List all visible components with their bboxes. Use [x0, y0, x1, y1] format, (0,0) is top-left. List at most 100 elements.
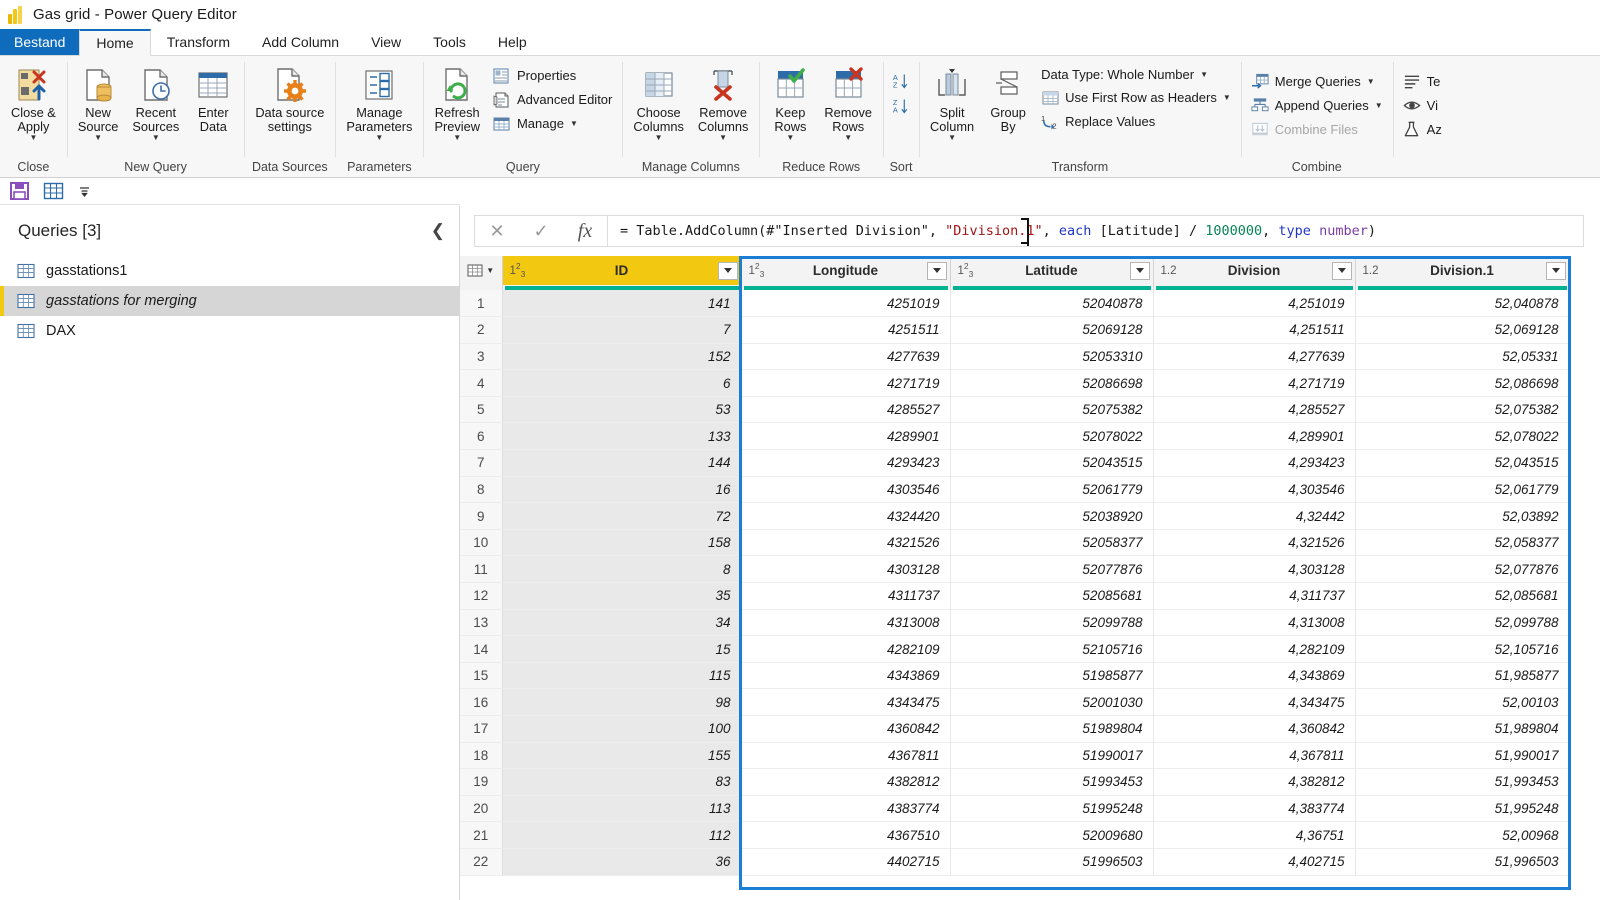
formula-input[interactable]: = Table.AddColumn(#"Inserted Division", … [608, 215, 1584, 247]
tab-bestand[interactable]: Bestand [0, 29, 80, 55]
row-number[interactable]: 16 [460, 688, 503, 716]
table-row[interactable]: 13 34 4313008 52099788 4,313008 52,099788 [460, 609, 1570, 637]
cell-latitude[interactable]: 52078022 [950, 422, 1154, 451]
cell-division1[interactable]: 52,00103 [1355, 688, 1570, 716]
cell-latitude[interactable]: 52086698 [950, 369, 1154, 397]
new-source-button[interactable]: New Source ▼ [72, 61, 125, 142]
cell-id[interactable]: 15 [502, 635, 742, 663]
cell-longitude[interactable]: 4321526 [741, 529, 951, 557]
cell-division1[interactable]: 52,086698 [1355, 369, 1570, 397]
cell-latitude[interactable]: 51989804 [950, 715, 1154, 743]
cell-division[interactable]: 4,367811 [1153, 742, 1356, 770]
filter-dropdown-icon[interactable] [926, 261, 947, 280]
table-row[interactable]: 21 112 4367510 52009680 4,36751 52,00968 [460, 821, 1570, 849]
filter-dropdown-icon[interactable] [1331, 261, 1352, 280]
table-row[interactable]: 15 115 4343869 51985877 4,343869 51,985877 [460, 662, 1570, 690]
cell-longitude[interactable]: 4311737 [741, 582, 951, 610]
cell-id[interactable]: 112 [502, 821, 742, 849]
data-source-settings-button[interactable]: Data source settings [249, 61, 330, 134]
row-number[interactable]: 10 [460, 529, 503, 557]
cell-division1[interactable]: 51,985877 [1355, 662, 1570, 690]
cancel-icon[interactable]: ✕ [475, 216, 519, 246]
vision-button[interactable]: Vi [1398, 95, 1447, 116]
refresh-preview-button[interactable]: Refresh Preview ▼ [428, 61, 486, 142]
row-number[interactable]: 20 [460, 795, 503, 823]
table-row[interactable]: 5 53 4285527 52075382 4,285527 52,075382 [460, 396, 1570, 424]
merge-queries-button[interactable]: Merge Queries ▼ [1246, 71, 1388, 92]
cell-division1[interactable]: 52,040878 [1355, 290, 1570, 318]
enter-data-button[interactable]: Enter Data [187, 61, 239, 134]
azure-ml-button[interactable]: Az [1398, 119, 1447, 140]
group-by-button[interactable]: Group By [982, 61, 1034, 134]
cell-id[interactable]: 72 [502, 502, 742, 530]
cell-latitude[interactable]: 52075382 [950, 396, 1154, 424]
cell-id[interactable]: 144 [502, 449, 742, 477]
cell-division[interactable]: 4,251019 [1153, 290, 1356, 318]
column-header-division[interactable]: 1.2 Division [1153, 256, 1356, 285]
table-row[interactable]: 7 144 4293423 52043515 4,293423 52,043515 [460, 449, 1570, 477]
chevron-down-icon[interactable]: ▼ [786, 134, 794, 142]
filter-dropdown-icon[interactable] [717, 261, 738, 280]
cell-id[interactable]: 6 [502, 369, 742, 397]
row-number[interactable]: 12 [460, 582, 503, 610]
row-number[interactable]: 11 [460, 555, 503, 584]
cell-division[interactable]: 4,271719 [1153, 369, 1356, 397]
cell-longitude[interactable]: 4324420 [741, 502, 951, 530]
row-number[interactable]: 17 [460, 715, 503, 743]
cell-division[interactable]: 4,289901 [1153, 422, 1356, 451]
cell-latitude[interactable]: 52001030 [950, 688, 1154, 716]
cell-latitude[interactable]: 52053310 [950, 343, 1154, 371]
remove-rows-button[interactable]: Remove Rows ▼ [818, 61, 878, 142]
cell-latitude[interactable]: 52058377 [950, 529, 1154, 557]
tab-home[interactable]: Home [79, 29, 151, 56]
cell-id[interactable]: 152 [502, 343, 742, 371]
cell-longitude[interactable]: 4289901 [741, 422, 951, 451]
chevron-down-icon[interactable]: ▼ [1200, 70, 1208, 79]
sort-descending-button[interactable]: Z A [888, 96, 914, 115]
cell-latitude[interactable]: 52043515 [950, 449, 1154, 477]
chevron-down-icon[interactable]: ▼ [570, 119, 578, 128]
cell-id[interactable]: 141 [502, 290, 742, 318]
recent-sources-button[interactable]: Recent Sources ▼ [126, 61, 185, 142]
chevron-down-icon[interactable]: ▼ [375, 134, 383, 142]
table-row[interactable]: 3 152 4277639 52053310 4,277639 52,05331 [460, 343, 1570, 371]
close-and-apply-button[interactable]: Close & Apply ▼ [5, 61, 62, 142]
replace-values-button[interactable]: 1 2 Replace Values [1036, 111, 1236, 132]
chevron-down-icon[interactable]: ▼ [94, 134, 102, 142]
cell-division1[interactable]: 52,03892 [1355, 502, 1570, 530]
tab-view[interactable]: View [355, 29, 417, 55]
cell-division1[interactable]: 52,075382 [1355, 396, 1570, 424]
cell-latitude[interactable]: 52105716 [950, 635, 1154, 663]
cell-division1[interactable]: 52,077876 [1355, 555, 1570, 584]
column-header-longitude[interactable]: 123 Longitude [741, 256, 951, 285]
select-all-cell[interactable]: ▼ [460, 256, 503, 285]
cell-id[interactable]: 155 [502, 742, 742, 770]
cell-division1[interactable]: 52,058377 [1355, 529, 1570, 557]
table-row[interactable]: 9 72 4324420 52038920 4,32442 52,03892 [460, 502, 1570, 530]
cell-latitude[interactable]: 51996503 [950, 848, 1154, 876]
cell-division[interactable]: 4,311737 [1153, 582, 1356, 610]
tab-transform[interactable]: Transform [151, 29, 246, 55]
chevron-down-icon[interactable]: ▼ [719, 134, 727, 142]
chevron-down-icon[interactable]: ▼ [486, 266, 494, 275]
cell-division1[interactable]: 52,05331 [1355, 343, 1570, 371]
row-number[interactable]: 8 [460, 476, 503, 504]
chevron-down-icon[interactable]: ▼ [948, 134, 956, 142]
cell-longitude[interactable]: 4303128 [741, 555, 951, 584]
cell-longitude[interactable]: 4282109 [741, 635, 951, 663]
table-row[interactable]: 4 6 4271719 52086698 4,271719 52,086698 [460, 369, 1570, 397]
cell-division[interactable]: 4,382812 [1153, 768, 1356, 796]
row-number[interactable]: 4 [460, 369, 503, 397]
chevron-down-icon[interactable]: ▼ [1367, 77, 1375, 86]
cell-latitude[interactable]: 51995248 [950, 795, 1154, 823]
row-number[interactable]: 5 [460, 396, 503, 424]
row-number[interactable]: 1 [460, 290, 503, 318]
cell-division[interactable]: 4,360842 [1153, 715, 1356, 743]
tab-tools[interactable]: Tools [417, 29, 482, 55]
table-row[interactable]: 6 133 4289901 52078022 4,289901 52,078022 [460, 422, 1570, 451]
row-number[interactable]: 18 [460, 742, 503, 770]
cell-division[interactable]: 4,402715 [1153, 848, 1356, 876]
chevron-down-icon[interactable]: ▼ [29, 134, 37, 142]
text-analytics-button[interactable]: Te [1398, 71, 1447, 92]
row-number[interactable]: 6 [460, 422, 503, 451]
